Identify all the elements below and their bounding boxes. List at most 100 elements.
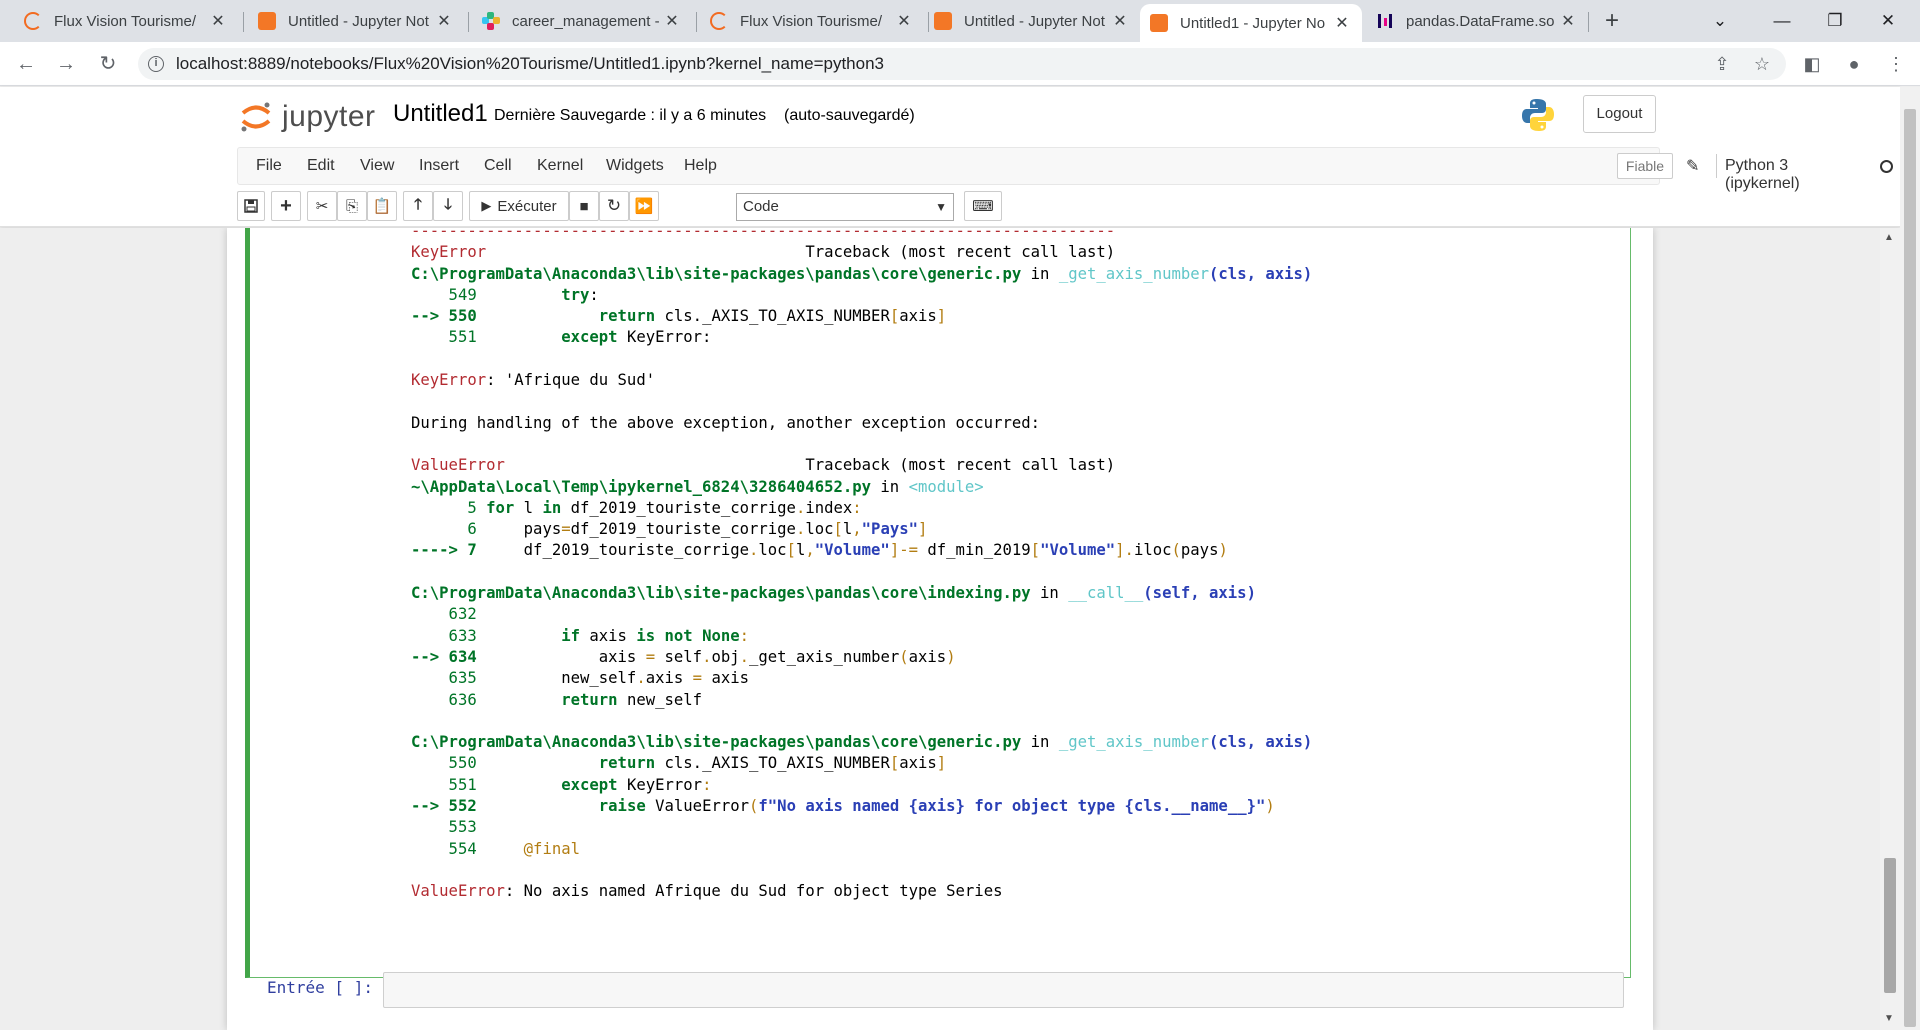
close-icon[interactable]: ✕: [1558, 11, 1578, 31]
jupyter-icon: [934, 12, 952, 30]
selected-cell[interactable]: ----------------------------------------…: [245, 228, 1631, 978]
flux-icon: [710, 12, 728, 30]
notebook-site: ----------------------------------------…: [0, 228, 1884, 1030]
notebook-name[interactable]: Untitled1: [393, 100, 488, 128]
forward-icon[interactable]: →: [52, 50, 80, 78]
restore-icon[interactable]: ❐: [1815, 6, 1855, 36]
run-button[interactable]: ▶ Exécuter: [469, 191, 569, 221]
close-icon[interactable]: ✕: [894, 11, 914, 31]
logout-button[interactable]: Logout: [1583, 95, 1656, 133]
browser-tab[interactable]: Flux Vision Tourisme/ ✕: [700, 0, 924, 42]
browser-tab[interactable]: Untitled - Jupyter Not ✕: [248, 0, 464, 42]
profile-avatar-icon[interactable]: ●: [1840, 50, 1868, 78]
menu-view[interactable]: View: [360, 157, 394, 175]
tb-func: _get_axis_number: [1058, 733, 1210, 752]
menu-edit[interactable]: Edit: [307, 157, 335, 175]
site-info-icon[interactable]: i: [148, 56, 164, 72]
scrollbar-thumb[interactable]: [1884, 858, 1896, 993]
menu-bar: File Edit View Insert Cell Kernel Widget…: [237, 147, 1893, 192]
kernel-idle-icon: [1880, 160, 1893, 173]
save-icon[interactable]: [237, 191, 265, 221]
scroll-up-icon[interactable]: ▲: [1884, 232, 1894, 243]
tb-module: <module>: [908, 477, 984, 496]
tb-file: C:\ProgramData\Anaconda3\lib\site-packag…: [411, 584, 1031, 603]
tab-search-icon[interactable]: ⌄: [1700, 6, 1740, 36]
menu-kernel[interactable]: Kernel: [537, 157, 583, 175]
browser-tab[interactable]: pandas.DataFrame.so ✕: [1366, 0, 1588, 42]
tb-func: _get_axis_number: [1058, 264, 1210, 283]
browser-tab[interactable]: career_management - ✕: [472, 0, 692, 42]
trusted-badge[interactable]: Fiable: [1617, 153, 1673, 179]
menu-file[interactable]: File: [256, 157, 282, 175]
url-field[interactable]: i localhost:8889/notebooks/Flux%20Vision…: [138, 48, 1786, 80]
cut-icon[interactable]: ✂: [307, 191, 337, 221]
share-icon[interactable]: ⇪: [1708, 50, 1736, 78]
insert-cell-icon[interactable]: +: [271, 191, 301, 221]
tab-title: Flux Vision Tourisme/: [54, 12, 197, 30]
autosave-status: (auto-sauvegardé): [784, 107, 915, 124]
notebook-container: ----------------------------------------…: [227, 228, 1653, 1030]
save-status: Dernière Sauvegarde : il y a 6 minutes: [494, 107, 767, 124]
cell-type-select[interactable]: Code ▼: [736, 193, 954, 221]
menu-widgets[interactable]: Widgets: [606, 157, 664, 175]
side-panel-icon[interactable]: ◧: [1798, 50, 1826, 78]
python-logo-icon: [1520, 97, 1556, 133]
browser-menu-icon[interactable]: ⋮: [1882, 50, 1910, 78]
paste-icon[interactable]: 📋: [367, 191, 397, 221]
tab-title: career_management -: [512, 12, 660, 30]
error-traceback-output: ----------------------------------------…: [411, 228, 1312, 903]
cell-input-area[interactable]: [383, 972, 1624, 1008]
close-window-icon[interactable]: ✕: [1868, 6, 1908, 36]
code-cell[interactable]: Entrée [ ]:: [257, 972, 1637, 1010]
close-icon[interactable]: ✕: [434, 11, 454, 31]
jupyter-logo[interactable]: jupyter: [240, 97, 376, 137]
minimize-icon[interactable]: —: [1762, 6, 1802, 36]
restart-icon[interactable]: ↻: [599, 191, 629, 221]
flux-icon: [24, 12, 42, 30]
tb-file: C:\ProgramData\Anaconda3\lib\site-packag…: [411, 264, 1022, 283]
copy-icon[interactable]: ⎘: [337, 191, 367, 221]
jupyter-logo-text: jupyter: [282, 100, 376, 133]
url-text: localhost:8889/notebooks/Flux%20Vision%2…: [176, 54, 884, 73]
slack-icon: [482, 12, 500, 30]
tab-title: Flux Vision Tourisme/: [740, 12, 883, 30]
chevron-down-icon: ▼: [935, 200, 947, 214]
move-up-icon[interactable]: 🡑: [403, 191, 433, 221]
stop-icon[interactable]: ■: [569, 191, 599, 221]
browser-tab-active[interactable]: Untitled1 - Jupyter No ✕: [1140, 4, 1362, 42]
tb-func: __call__: [1068, 584, 1144, 603]
page-scrollbar[interactable]: [1900, 87, 1920, 1030]
jupyter-logo-icon: [240, 102, 272, 132]
error-message: : 'Afrique du Sud': [486, 371, 656, 390]
close-icon[interactable]: ✕: [1332, 13, 1352, 33]
new-tab-button[interactable]: +: [1598, 7, 1626, 35]
cell-type-value: Code: [743, 198, 779, 215]
move-down-icon[interactable]: 🡓: [433, 191, 463, 221]
input-prompt: Entrée [ ]:: [267, 978, 373, 997]
close-icon[interactable]: ✕: [662, 11, 682, 31]
error-name: KeyError: [411, 243, 487, 262]
pandas-icon: [1376, 12, 1394, 30]
close-icon[interactable]: ✕: [208, 11, 228, 31]
bookmark-star-icon[interactable]: ☆: [1748, 50, 1776, 78]
scrollbar-thumb[interactable]: [1904, 109, 1916, 1027]
browser-tab[interactable]: Flux Vision Tourisme/ ✕: [14, 0, 238, 42]
tb-file: ~\AppData\Local\Temp\ipykernel_6824\3286…: [411, 477, 872, 496]
scroll-down-icon[interactable]: ▼: [1884, 1013, 1894, 1024]
kernel-name[interactable]: Python 3 (ipykernel): [1725, 157, 1800, 193]
menu-help[interactable]: Help: [684, 157, 717, 175]
tb-header: Traceback (most recent call last): [805, 243, 1116, 262]
keyboard-icon[interactable]: ⌨: [964, 191, 1002, 221]
close-icon[interactable]: ✕: [1110, 11, 1130, 31]
menu-cell[interactable]: Cell: [484, 157, 512, 175]
fast-forward-icon[interactable]: ⏩: [629, 191, 659, 221]
tab-title: Untitled - Jupyter Not: [964, 12, 1105, 30]
pencil-icon[interactable]: ✎: [1686, 156, 1699, 176]
menu-insert[interactable]: Insert: [419, 157, 459, 175]
jupyter-icon: [258, 12, 276, 30]
back-icon[interactable]: ←: [12, 50, 40, 78]
reload-icon[interactable]: ↻: [94, 50, 122, 78]
browser-tab[interactable]: Untitled - Jupyter Not ✕: [924, 0, 1140, 42]
notebook-scrollbar[interactable]: ▲ ▼: [1880, 228, 1900, 1030]
during-handling: During handling of the above exception, …: [411, 413, 1041, 432]
